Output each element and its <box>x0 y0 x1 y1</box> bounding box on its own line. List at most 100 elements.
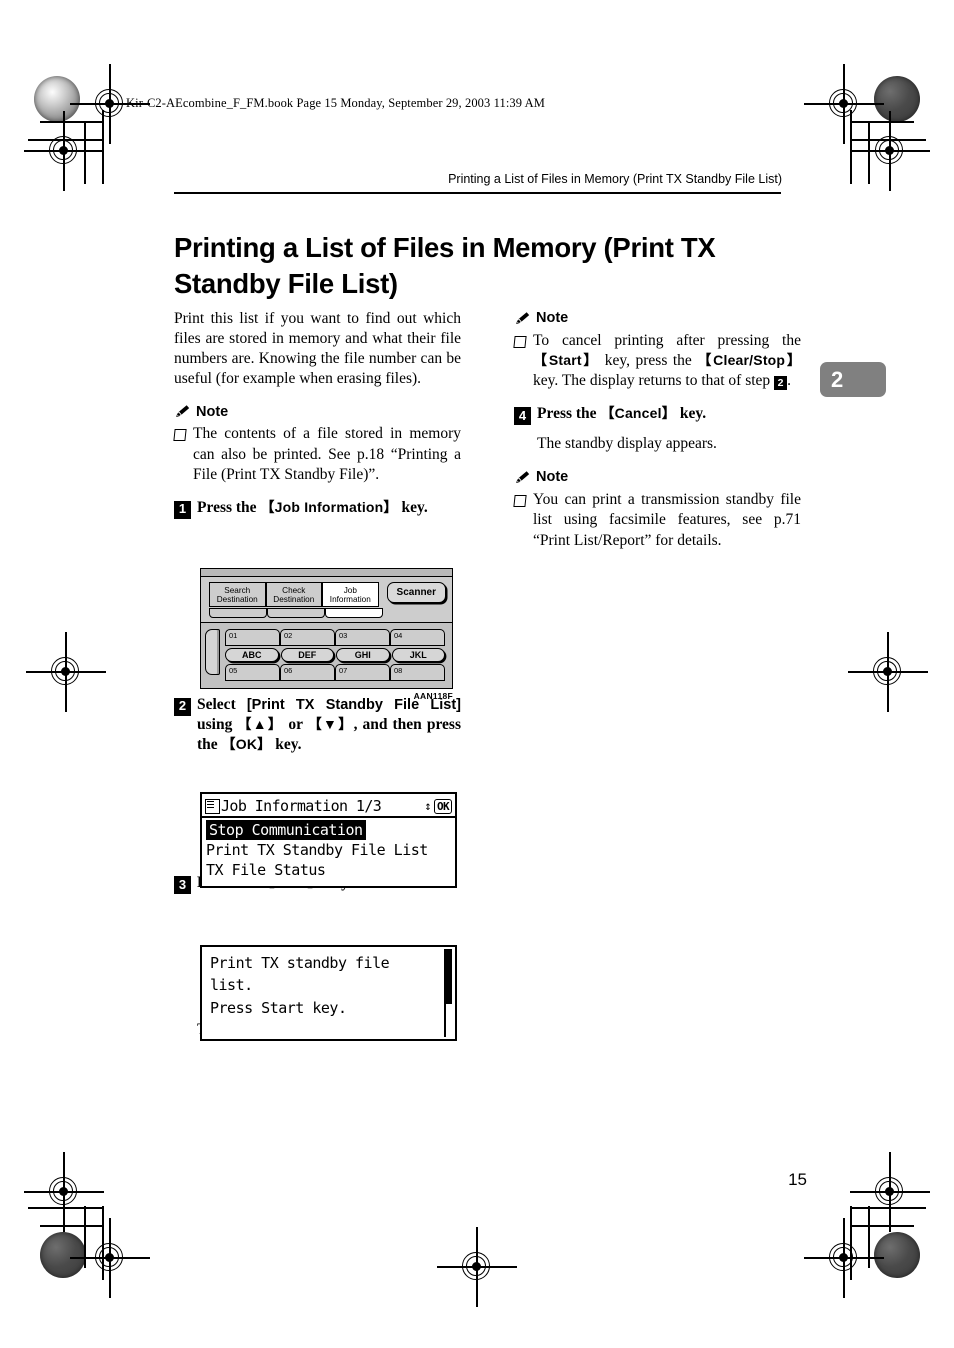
lcd-menu-item-tx-file-status[interactable]: TX File Status <box>202 860 455 880</box>
note-heading: Note <box>174 403 461 422</box>
figure-caption: AAN118F <box>413 691 453 702</box>
title-key-abc[interactable]: ABC <box>225 648 279 663</box>
quick-dial-02[interactable]: 02 <box>280 629 335 647</box>
step-4-text: Press the 【Cancel】 key. <box>537 404 801 425</box>
note1-p1: To cancel printing after pressing the <box>533 331 801 349</box>
step-1: 1 Press the 【Job Information】 key. <box>174 498 461 519</box>
page-title: Printing a List of Files in Memory (Prin… <box>174 232 716 299</box>
step-2-key-ok: 【OK】 <box>221 736 272 753</box>
quick-dial-06[interactable]: 06 <box>280 664 335 682</box>
page-number: 15 <box>788 1170 807 1189</box>
pencil-icon <box>516 312 530 324</box>
crop-line <box>852 121 914 123</box>
quick-dial-row-bottom: 05 06 07 08 <box>225 664 445 682</box>
step-1-key: 【Job Information】 <box>260 498 398 515</box>
step-2-key-down: 【▼】 <box>307 715 354 732</box>
panel-tab-search-destination-line1: Search <box>224 586 251 595</box>
quick-dial-03[interactable]: 03 <box>335 629 390 647</box>
lcd-menu-item-stop-communication[interactable]: Stop Communication <box>206 820 366 840</box>
halftone-target-top-left <box>34 76 80 122</box>
step-4-text-after: key. <box>679 405 707 423</box>
panel-tab-job-information-line1: Job <box>343 586 357 595</box>
crosshair-target-bottom-left-inner <box>24 1152 104 1232</box>
panel-tab-job-information[interactable]: Job Information <box>322 582 379 608</box>
step-4-text-before: Press the <box>537 405 597 423</box>
note-bullet: The contents of a file stored in memory … <box>173 424 461 484</box>
chapter-tab-number: 2 <box>831 366 844 392</box>
crosshair-target-bottom-left <box>70 1218 150 1298</box>
panel-top-edge <box>201 569 452 577</box>
quick-dial-row-top: 01 02 03 04 <box>225 629 445 647</box>
step-4-key: 【Cancel】 <box>600 405 676 422</box>
crop-line <box>84 1206 86 1268</box>
lcd-message-block: Print TX standby file list. Press Start … <box>202 947 455 1019</box>
step-4: 4 Press the 【Cancel】 key. <box>514 404 801 426</box>
running-head: Printing a List of Files in Memory (Prin… <box>448 172 782 186</box>
lcd-menu-item-0-wrap: Stop Communication <box>202 818 455 840</box>
scanner-button[interactable]: Scanner <box>386 582 447 603</box>
note-bullet-cancel-text: To cancel printing after pressing the 【S… <box>533 331 801 391</box>
note-label: Note <box>536 469 569 486</box>
crop-line <box>850 1206 852 1280</box>
crosshair-target-top-left-inner <box>24 111 104 191</box>
quick-dial-05[interactable]: 05 <box>225 664 280 682</box>
panel-slot-2 <box>267 608 325 619</box>
panel-slot-3 <box>325 608 383 619</box>
chapter-tab: 2 <box>820 362 886 397</box>
lcd-menu-item-print-tx-standby-file-list[interactable]: Print TX Standby File List <box>202 840 455 860</box>
crop-line <box>868 1206 870 1268</box>
halftone-target-top-right <box>874 76 920 122</box>
quick-dial-keys: 01 02 03 04 ABC DEF GHI JKL 05 06 07 08 <box>225 629 445 682</box>
note-bullet-facsimile: You can print a transmission standby fil… <box>513 490 801 550</box>
step-2-part2: using <box>197 715 233 733</box>
crosshair-target-top-right <box>804 64 884 144</box>
lcd-scrollbar[interactable] <box>444 949 453 1037</box>
step-2-text: Select [Print TX Standby File List] usin… <box>197 695 461 755</box>
crop-line <box>40 1225 102 1227</box>
step-reference-2: 2 <box>774 376 788 391</box>
crosshair-target-right-mid <box>848 632 928 712</box>
lcd-message-line-2: list. <box>210 976 253 995</box>
file-header-stamp: Kir-C2-AEcombine_F_FM.book Page 15 Monda… <box>126 96 545 110</box>
note1-p3: key. The display returns to that of step <box>533 372 771 390</box>
quick-dial-01[interactable]: 01 <box>225 629 280 647</box>
step-1-text: Press the 【Job Information】 key. <box>197 498 461 519</box>
lcd-ok-badge: OK <box>433 798 452 814</box>
crosshair-target-left-mid <box>26 632 106 712</box>
panel-flip-lever[interactable] <box>205 629 220 676</box>
menu-list-icon <box>205 798 220 814</box>
bullet-square-icon <box>173 429 187 442</box>
note-label: Note <box>196 403 229 420</box>
note-bullet-facsimile-text: You can print a transmission standby fil… <box>533 491 801 549</box>
crosshair-target-bottom-right <box>804 1218 884 1298</box>
panel-tab-check-destination-line1: Check <box>282 586 306 595</box>
step-1-text-before: Press the <box>197 498 257 516</box>
step-2: 2 Select [Print TX Standby File List] us… <box>174 695 461 755</box>
step-1-number: 1 <box>174 500 191 519</box>
quick-dial-row-letters: ABC DEF GHI JKL <box>225 646 445 664</box>
quick-dial-04[interactable]: 04 <box>390 629 445 647</box>
halftone-target-bottom-left <box>40 1232 86 1278</box>
intro-paragraph: Print this list if you want to find out … <box>174 310 461 388</box>
step-2-part3: or <box>288 715 303 733</box>
quick-dial-07[interactable]: 07 <box>335 664 390 682</box>
lcd-title-bar: Job Information 1/3 ↕ OK <box>202 794 455 818</box>
crop-line <box>40 121 102 123</box>
panel-tab-search-destination[interactable]: Search Destination <box>209 582 266 608</box>
panel-tab-search-destination-line2: Destination <box>216 595 258 605</box>
lcd-menu-list: Stop Communication Print TX Standby File… <box>202 818 455 880</box>
title-key-ghi[interactable]: GHI <box>336 648 390 663</box>
panel-tab-row: Search Destination Check Destination Job… <box>201 577 452 608</box>
panel-tab-check-destination-line2: Destination <box>273 595 315 605</box>
step-4-number: 4 <box>514 407 531 426</box>
note1-key-clear-stop: 【Clear/Stop】 <box>697 351 802 368</box>
title-key-def[interactable]: DEF <box>280 648 334 663</box>
step-2-key-up: 【▲】 <box>237 715 284 732</box>
bullet-square-icon <box>513 495 527 508</box>
quick-dial-08[interactable]: 08 <box>390 664 445 682</box>
note1-p4: . <box>787 372 791 390</box>
step-1-text-after: key. <box>401 498 428 516</box>
lcd-screen-job-information: Job Information 1/3 ↕ OK Stop Communicat… <box>200 792 457 888</box>
panel-tab-check-destination[interactable]: Check Destination <box>265 582 323 608</box>
title-key-jkl[interactable]: JKL <box>391 648 445 663</box>
